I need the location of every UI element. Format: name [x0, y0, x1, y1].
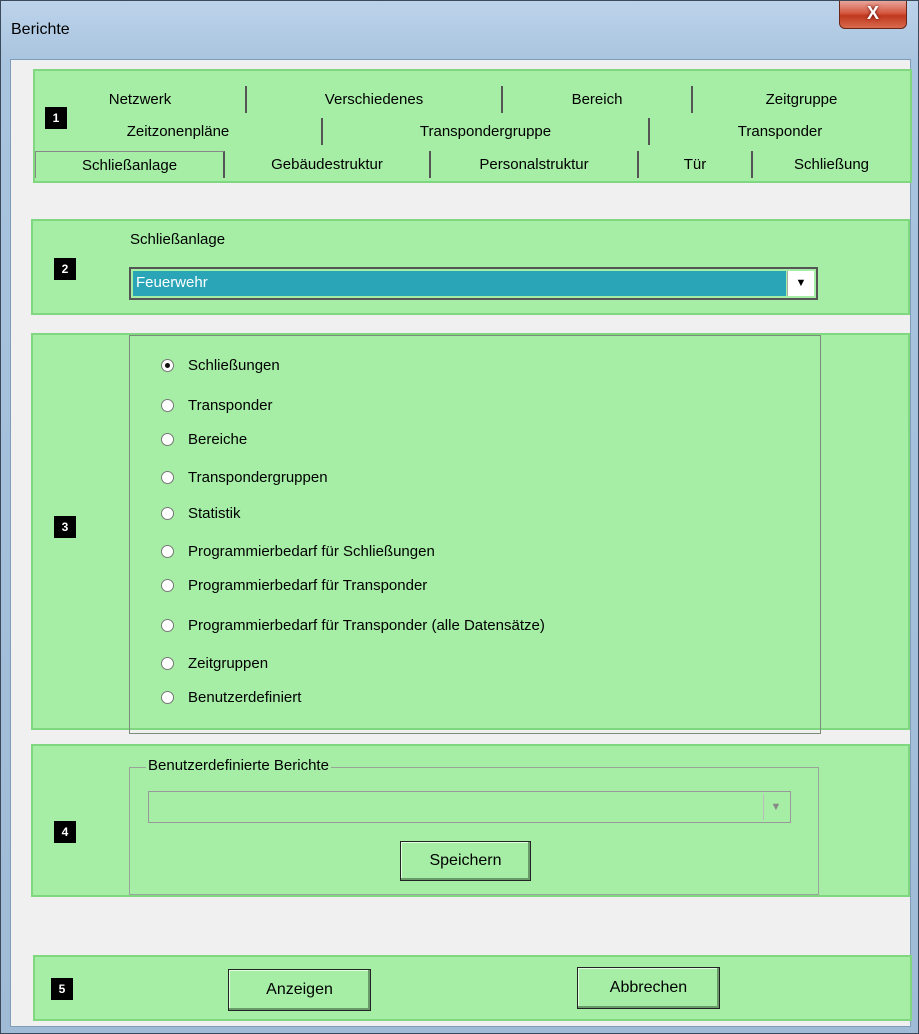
- radio-unchecked-icon[interactable]: [161, 545, 174, 558]
- radio-unchecked-icon[interactable]: [161, 579, 174, 592]
- radio-unchecked-icon[interactable]: [161, 619, 174, 632]
- chevron-down-icon[interactable]: ▼: [763, 794, 788, 820]
- radio-checked-icon[interactable]: [161, 359, 174, 372]
- radio-bereiche[interactable]: Bereiche: [161, 431, 247, 448]
- window-title: Berichte: [11, 21, 70, 38]
- tab-row-1: Netzwerk Verschiedenes Bereich Zeitgrupp…: [35, 86, 910, 113]
- radio-label: Programmierbedarf für Transponder: [188, 577, 428, 594]
- radio-label: Benutzerdefiniert: [188, 689, 302, 706]
- system-select[interactable]: Feuerwehr ▼: [129, 267, 818, 300]
- tab-verschiedenes[interactable]: Verschiedenes: [247, 86, 503, 113]
- close-icon: X: [866, 3, 879, 23]
- marker-5: 5: [51, 978, 73, 1000]
- radio-label: Statistik: [188, 505, 241, 522]
- radio-programmierbedarf-transponder-alle[interactable]: Programmierbedarf für Transponder (alle …: [161, 617, 545, 634]
- radio-transpondergruppen[interactable]: Transpondergruppen: [161, 469, 328, 486]
- report-type-frame: [129, 335, 821, 734]
- tab-row-3: Schließanlage Gebäudestruktur Personalst…: [35, 151, 910, 178]
- tab-bereich[interactable]: Bereich: [503, 86, 693, 113]
- tab-personalstruktur[interactable]: Personalstruktur: [431, 151, 639, 178]
- radio-unchecked-icon[interactable]: [161, 471, 174, 484]
- tab-transpondergruppe[interactable]: Transpondergruppe: [323, 118, 650, 145]
- tab-tuer[interactable]: Tür: [639, 151, 753, 178]
- tab-zeitzonenplaene[interactable]: Zeitzonenpläne: [35, 118, 323, 145]
- custom-report-select[interactable]: ▼: [148, 791, 791, 823]
- title-bar: Berichte X: [1, 1, 918, 59]
- marker-4: 4: [54, 821, 76, 843]
- report-window: Berichte X 1 Netzwerk Verschiedenes Bere…: [0, 0, 919, 1034]
- radio-benutzerdefiniert[interactable]: Benutzerdefiniert: [161, 689, 301, 706]
- radio-label: Programmierbedarf für Transponder (alle …: [188, 617, 545, 634]
- close-button[interactable]: X: [839, 1, 907, 29]
- chevron-down-icon[interactable]: ▼: [787, 271, 814, 296]
- footer-section: [33, 955, 912, 1021]
- tab-row-2: Zeitzonenpläne Transpondergruppe Transpo…: [35, 118, 910, 145]
- show-button[interactable]: Anzeigen: [228, 969, 371, 1011]
- radio-programmierbedarf-schliessungen[interactable]: Programmierbedarf für Schließungen: [161, 543, 435, 560]
- save-button[interactable]: Speichern: [400, 841, 531, 881]
- radio-programmierbedarf-transponder[interactable]: Programmierbedarf für Transponder: [161, 577, 427, 594]
- tab-schliessung[interactable]: Schließung: [753, 151, 910, 178]
- radio-unchecked-icon[interactable]: [161, 691, 174, 704]
- radio-label: Transponder: [188, 397, 273, 414]
- radio-zeitgruppen[interactable]: Zeitgruppen: [161, 655, 268, 672]
- radio-unchecked-icon[interactable]: [161, 507, 174, 520]
- tab-netzwerk[interactable]: Netzwerk: [35, 86, 247, 113]
- marker-2: 2: [54, 258, 76, 280]
- radio-schliessungen[interactable]: Schließungen: [161, 357, 280, 374]
- radio-label: Schließungen: [188, 357, 280, 374]
- radio-unchecked-icon[interactable]: [161, 657, 174, 670]
- radio-label: Bereiche: [188, 431, 248, 448]
- system-label: Schließanlage: [130, 231, 226, 248]
- radio-unchecked-icon[interactable]: [161, 433, 174, 446]
- tab-schliessanlage[interactable]: Schließanlage: [35, 151, 225, 178]
- tab-transponder[interactable]: Transponder: [650, 118, 910, 145]
- tab-zeitgruppe[interactable]: Zeitgruppe: [693, 86, 910, 113]
- system-select-value: Feuerwehr: [133, 271, 786, 296]
- radio-label: Transpondergruppen: [188, 469, 328, 486]
- cancel-button[interactable]: Abbrechen: [577, 967, 720, 1009]
- radio-statistik[interactable]: Statistik: [161, 505, 241, 522]
- radio-label: Programmierbedarf für Schließungen: [188, 543, 435, 560]
- tab-gebaeudestruktur[interactable]: Gebäudestruktur: [225, 151, 431, 178]
- radio-unchecked-icon[interactable]: [161, 399, 174, 412]
- radio-transponder[interactable]: Transponder: [161, 397, 273, 414]
- custom-reports-legend: Benutzerdefinierte Berichte: [146, 757, 331, 774]
- radio-label: Zeitgruppen: [188, 655, 269, 672]
- marker-3: 3: [54, 516, 76, 538]
